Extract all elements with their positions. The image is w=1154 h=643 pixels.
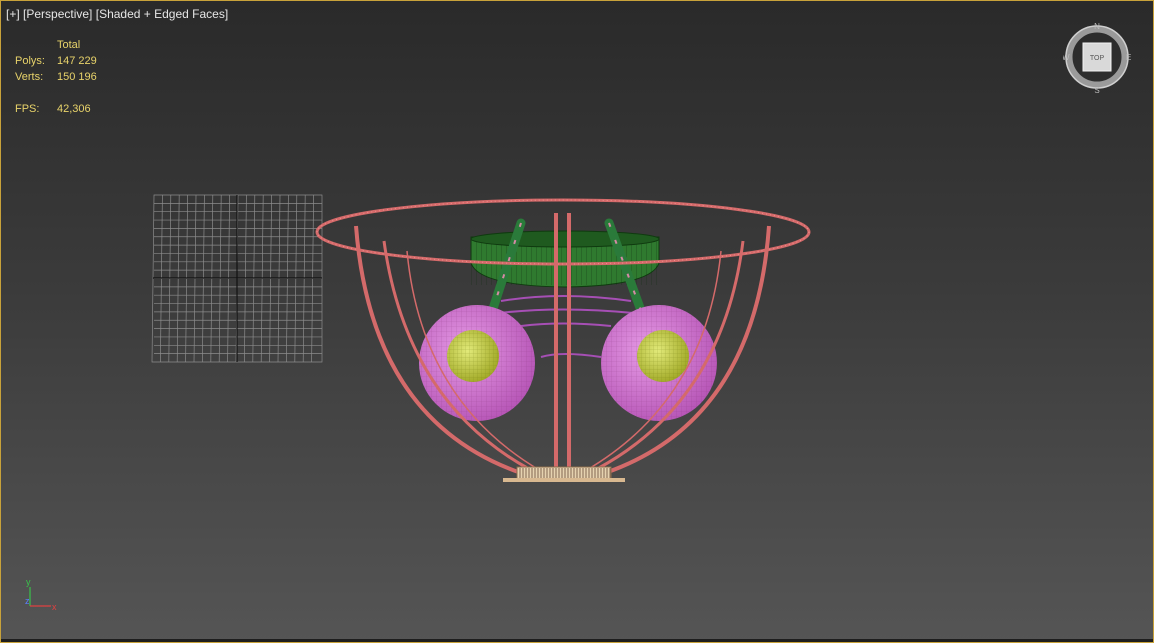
scene-canvas: y z x — [25, 194, 811, 612]
axis-x-label: x — [52, 602, 57, 612]
axis-gizmo: y z x — [25, 577, 57, 612]
viewcube[interactable]: TOP N S W E — [1063, 23, 1131, 93]
perspective-viewport[interactable]: [+] [Perspective] [Shaded + Edged Faces]… — [0, 0, 1154, 643]
axis-z-label: z — [25, 596, 30, 606]
right-globe — [601, 305, 717, 421]
axis-y-label: y — [26, 577, 31, 587]
viewcube-east: E — [1126, 53, 1131, 62]
viewcube-face-label: TOP — [1090, 55, 1105, 62]
home-grid — [151, 194, 323, 363]
viewcube-south: S — [1094, 86, 1099, 93]
left-globe — [419, 305, 535, 421]
viewport-bottom-strip — [1, 639, 1153, 642]
viewcube-north: N — [1094, 23, 1100, 31]
viewcube-west: W — [1063, 53, 1070, 62]
lamp-base — [503, 466, 625, 482]
